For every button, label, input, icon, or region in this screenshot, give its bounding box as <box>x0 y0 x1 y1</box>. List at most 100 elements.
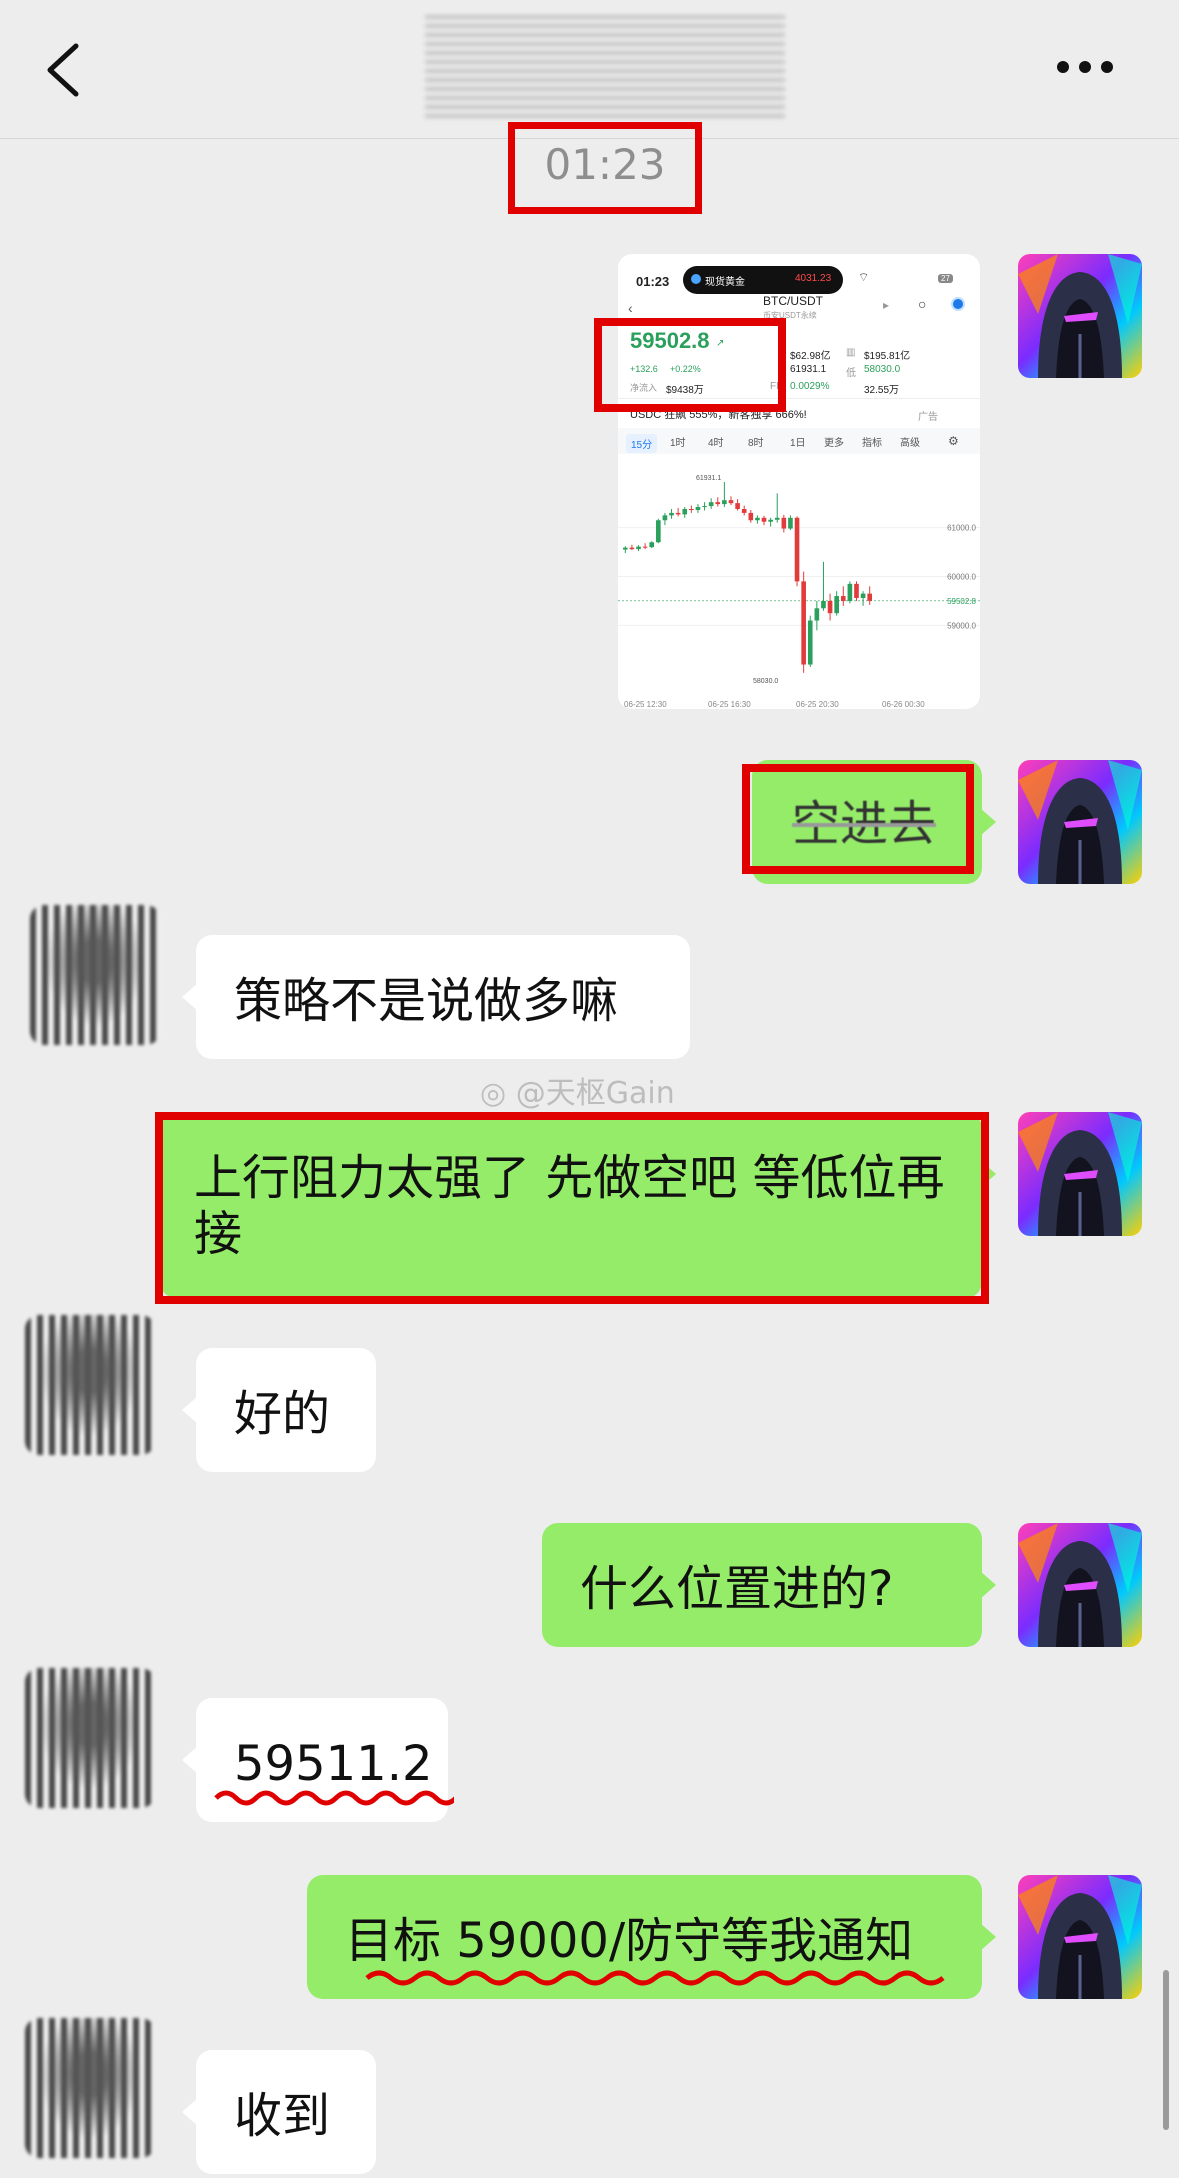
status-time: 01:23 <box>636 274 670 289</box>
play-icon[interactable]: ▸ <box>883 298 889 312</box>
candle-body <box>662 515 668 521</box>
message-bubble-received[interactable]: 好的 <box>182 1348 376 1472</box>
stat-value: 61931.1 <box>790 364 827 375</box>
stat-value: 0.0029% <box>790 381 830 392</box>
chat-title-redacted <box>425 15 785 120</box>
more-dots-icon[interactable] <box>1055 60 1115 74</box>
x-tick-label: 06-26 00:30 <box>882 700 925 709</box>
watermark-text: @天枢Gain <box>515 1076 675 1111</box>
watermark: ◎ @天枢Gain <box>480 1068 675 1112</box>
avatar-contact-redacted[interactable] <box>25 1315 155 1455</box>
bubble-tail <box>182 1746 198 1774</box>
avatar-self[interactable] <box>1018 1875 1142 1999</box>
search-icon[interactable]: ○ <box>918 296 926 312</box>
candle-body <box>807 620 813 665</box>
stat-label: ▥ <box>846 347 856 358</box>
interval-tab[interactable]: 1日 <box>790 434 806 449</box>
candle-body <box>768 519 773 522</box>
settings-icon[interactable]: ⚙ <box>948 434 959 448</box>
bubble-tail <box>980 1571 996 1599</box>
candle-body <box>801 581 806 665</box>
candle-body <box>728 500 734 504</box>
candle-body <box>649 542 655 548</box>
interval-tab[interactable]: 1时 <box>670 434 686 449</box>
interval-tab[interactable]: 更多 <box>824 434 844 449</box>
candle-body <box>794 517 800 582</box>
message-text: 收到 <box>234 2088 331 2144</box>
candle-body <box>708 502 714 507</box>
scrollbar[interactable] <box>1163 1970 1169 2130</box>
interval-tab[interactable]: 高级 <box>900 434 920 449</box>
candle-body <box>741 509 747 513</box>
candle-body <box>695 507 701 510</box>
red-underline <box>214 1790 454 1806</box>
stat-value: 58030.0 <box>864 364 901 375</box>
low-label: 58030.0 <box>753 678 778 685</box>
message-bubble-received[interactable]: 策略不是说做多嘛 <box>182 935 690 1059</box>
candle-body <box>656 520 661 543</box>
avatar-self[interactable] <box>1018 1523 1142 1647</box>
avatar-contact-redacted[interactable] <box>30 905 160 1045</box>
message-text: 59511.2 <box>234 1736 433 1792</box>
app-back-icon[interactable]: ‹ <box>628 300 633 316</box>
highlight-box <box>594 318 786 412</box>
dynamic-island: 现货黄金 4031.23 <box>683 266 843 294</box>
coin-icon[interactable] <box>951 297 965 311</box>
stat-label: 低 <box>846 368 856 379</box>
bubble-tail <box>182 2098 198 2126</box>
candle-body <box>636 546 641 550</box>
candle-body <box>748 512 754 521</box>
y-tick-label: 59502.8 <box>947 597 976 606</box>
interval-tab[interactable]: 8时 <box>748 434 764 449</box>
y-tick-label: 61000.0 <box>947 524 976 533</box>
bubble-tail <box>182 983 198 1011</box>
avatar-contact-redacted[interactable] <box>25 1668 155 1808</box>
chevron-left-icon[interactable] <box>40 40 90 100</box>
candle-body <box>689 509 694 510</box>
y-tick-label: 60000.0 <box>947 573 976 582</box>
avatar-self[interactable] <box>1018 1112 1142 1236</box>
wifi-icon: ⌔ <box>858 270 870 284</box>
island-label: 现货黄金 <box>705 277 745 288</box>
candle-body <box>682 509 688 515</box>
avatar-contact-redacted[interactable] <box>25 2018 155 2158</box>
red-underline <box>365 1970 945 1986</box>
island-dot-icon <box>691 274 701 284</box>
x-tick-label: 06-25 16:30 <box>708 700 751 709</box>
stat-value: $195.81亿 <box>864 351 911 362</box>
highlight-box <box>155 1112 989 1304</box>
candle-body <box>755 517 760 521</box>
interval-tab[interactable]: 15分 <box>626 434 658 453</box>
candle-body <box>774 517 780 520</box>
candle-body <box>860 593 866 599</box>
x-tick-label: 06-25 20:30 <box>796 700 839 709</box>
message-bubble-received[interactable]: 收到 <box>182 2050 376 2174</box>
candle-body <box>814 608 820 621</box>
candle-body <box>622 547 628 550</box>
candle-body <box>847 583 853 601</box>
message-text: 好的 <box>234 1386 331 1442</box>
pair-name: BTC/USDT <box>763 294 823 308</box>
candle-body <box>827 600 833 614</box>
message-bubble-sent[interactable]: 什么位置进的? <box>542 1523 996 1647</box>
high-label: 61931.1 <box>696 475 721 482</box>
stat-value: 32.55万 <box>864 385 900 396</box>
message-text: 什么位置进的? <box>580 1561 894 1617</box>
candlestick-chart[interactable]: 61000.0 60000.0 59502.8 59000.0 61931.1 58030… <box>618 454 980 709</box>
bubble-tail <box>980 808 996 836</box>
candle-body <box>834 596 839 614</box>
timestamp: 01:23 <box>544 140 666 189</box>
ad-tag: 广告 <box>918 412 938 423</box>
battery-indicator: 27 <box>938 274 953 283</box>
candle-body <box>840 596 846 601</box>
bubble-tail <box>182 1396 198 1424</box>
candle-body <box>781 517 787 529</box>
interval-tab[interactable]: 4时 <box>708 434 724 449</box>
candle-body <box>642 546 648 548</box>
interval-tab[interactable]: 指标 <box>862 434 882 449</box>
candle-body <box>702 506 707 508</box>
avatar-self[interactable] <box>1018 760 1142 884</box>
avatar-self[interactable] <box>1018 254 1142 378</box>
candle-body <box>715 502 721 505</box>
island-value: 4031.23 <box>795 273 832 284</box>
